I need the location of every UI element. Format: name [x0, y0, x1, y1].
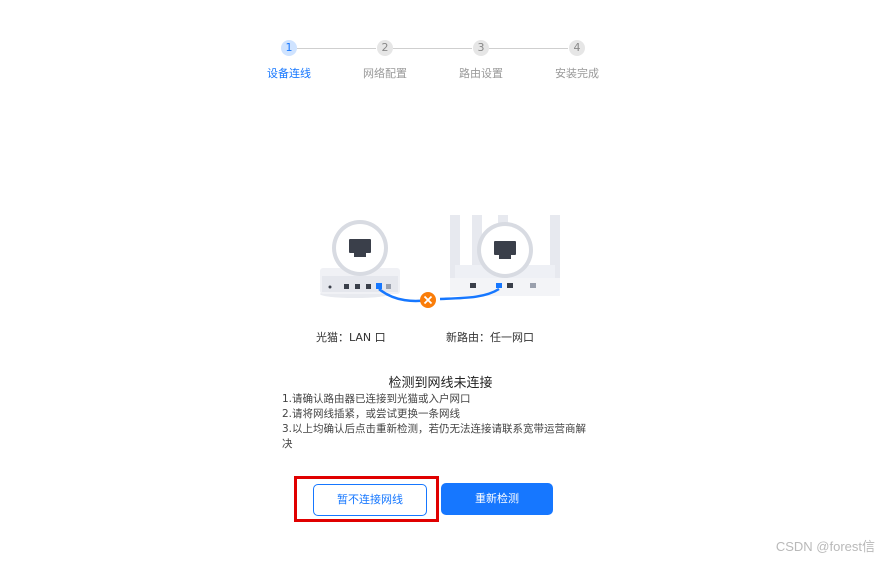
step-number: 1	[281, 40, 297, 56]
setup-stepper: 1 设备连线 2 网络配置 3 路由设置 4 安装完成	[0, 0, 881, 100]
watermark: CSDN @forest信	[775, 539, 875, 554]
step-label: 路由设置	[459, 67, 503, 80]
step-number: 3	[473, 40, 489, 56]
modem-port-label: 光猫：LAN 口	[316, 331, 386, 344]
modem-icon	[320, 220, 400, 298]
troubleshoot-item: 2.请将网线插紧，或尝试更换一条网线	[282, 408, 461, 420]
step-number: 4	[569, 40, 585, 56]
error-title: 检测到网线未连接	[388, 376, 493, 391]
step-router-settings: 3 路由设置	[441, 40, 521, 81]
retry-detect-button[interactable]: 重新检测	[441, 483, 553, 515]
troubleshoot-item: 1.请确认路由器已连接到光猫或入户网口	[282, 393, 471, 405]
skip-connect-button[interactable]: 暂不连接网线	[313, 484, 427, 516]
step-label: 设备连线	[267, 67, 311, 80]
router-port-label: 新路由：任一网口	[446, 331, 534, 344]
step-number: 2	[377, 40, 393, 56]
router-icon	[450, 215, 560, 296]
connection-illustration	[300, 210, 580, 315]
troubleshoot-list: 1.请确认路由器已连接到光猫或入户网口 2.请将网线插紧，或尝试更换一条网线 3…	[282, 392, 592, 452]
step-label: 网络配置	[363, 67, 407, 80]
step-device-connection: 1 设备连线	[249, 40, 329, 81]
disconnected-x-icon	[420, 292, 436, 308]
step-label: 安装完成	[555, 67, 599, 80]
troubleshoot-item: 3.以上均确认后点击重新检测，若仍无法连接请联系宽带运营商解决	[282, 423, 587, 450]
connection-diagram	[320, 215, 560, 308]
step-install-complete: 4 安装完成	[537, 40, 617, 81]
step-network-config: 2 网络配置	[345, 40, 425, 81]
